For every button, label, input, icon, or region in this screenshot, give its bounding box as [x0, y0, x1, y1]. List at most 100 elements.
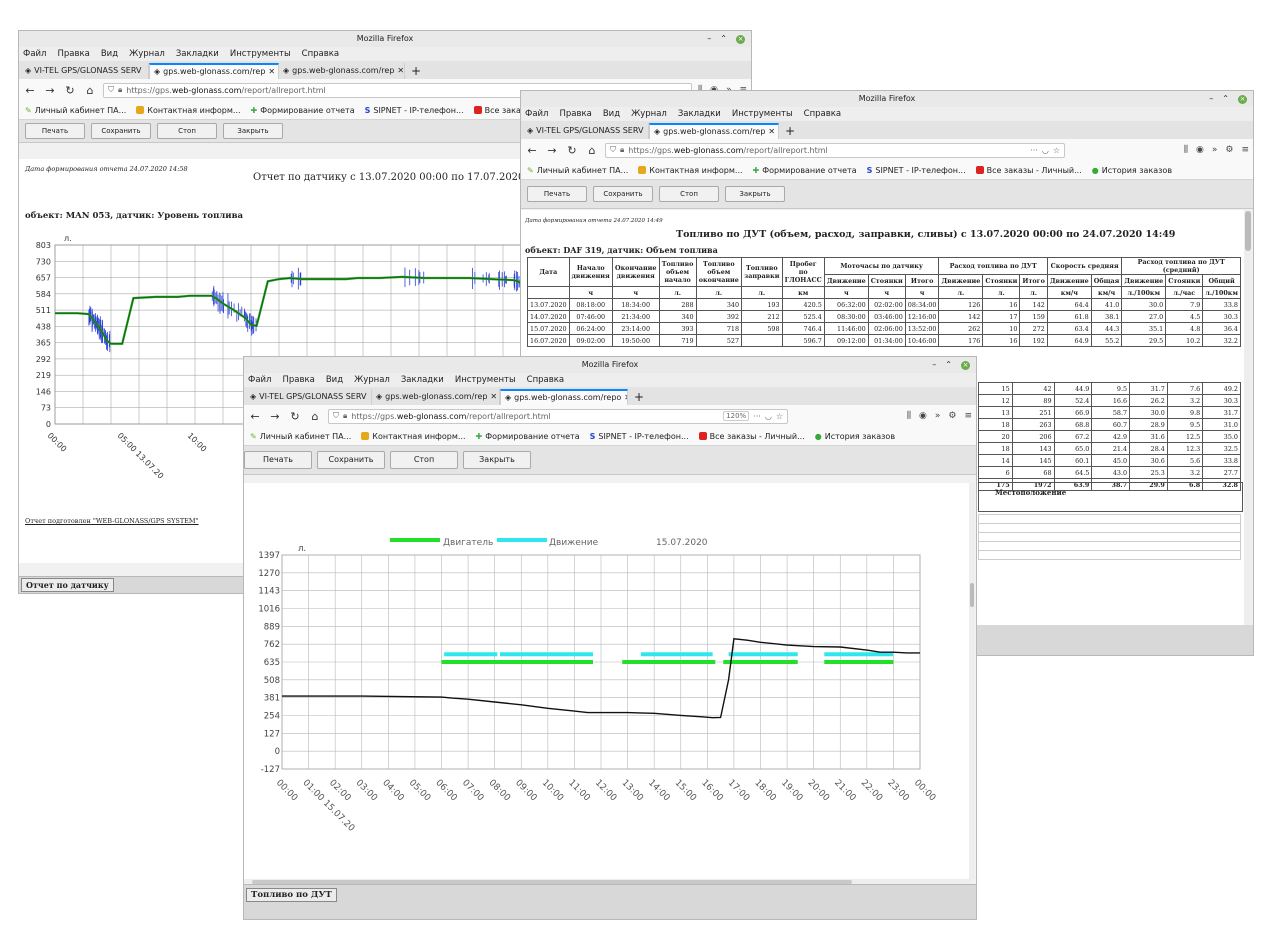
menu-file[interactable]: Файл [23, 47, 46, 61]
pocket-icon[interactable]: ◡ [1042, 146, 1049, 155]
maximize-icon[interactable]: ⌃ [945, 357, 952, 373]
menu-view[interactable]: Вид [101, 47, 118, 61]
bookmark-star-icon[interactable]: ☆ [776, 412, 783, 421]
bookmark-item[interactable]: ● История заказов [815, 432, 895, 441]
shield-icon[interactable]: ⛉ [610, 145, 616, 155]
bookmark-item[interactable]: S SIPNET - IP-телефон... [590, 432, 689, 441]
save-button[interactable]: Сохранить [593, 186, 653, 202]
menu-tools[interactable]: Инструменты [455, 373, 516, 387]
minimize-icon[interactable]: – [707, 31, 711, 47]
minimize-icon[interactable]: – [1209, 91, 1213, 107]
menu-help[interactable]: Справка [804, 107, 841, 121]
tab-report-active[interactable]: ◈ gps.web-glonass.com/rep ✕ [149, 63, 279, 79]
back-arrow-icon[interactable]: ← [23, 84, 37, 97]
bookmark-item[interactable]: Все заказы - Личный... [975, 166, 1082, 175]
bookmark-item[interactable]: ✎ Личный кабинет ПА... [250, 432, 351, 441]
tab-vitel[interactable]: ◈ VI-TEL GPS/GLONASS SERV [523, 123, 649, 139]
lock-icon[interactable]: 🔒︎ [620, 145, 624, 155]
print-button[interactable]: Печать [25, 123, 85, 139]
tab-report-active[interactable]: ◈ gps.web-glonass.com/rep ✕ [649, 123, 779, 139]
close-icon[interactable]: × [961, 360, 970, 370]
report-footer[interactable]: Отчет подготовлен "WEB-GLONASS/GPS SYSTE… [25, 517, 199, 525]
menu-edit[interactable]: Правка [57, 47, 89, 61]
menu-icon[interactable]: ≡ [1241, 145, 1249, 155]
library-icon[interactable]: ⫼ [907, 411, 911, 421]
menu-view[interactable]: Вид [603, 107, 620, 121]
extensions-icon[interactable]: » [935, 411, 941, 421]
extensions-icon[interactable]: » [1212, 145, 1218, 155]
bookmark-item[interactable]: S SIPNET - IP-телефон... [867, 166, 966, 175]
pocket-icon[interactable]: ◡ [765, 412, 772, 421]
account-icon[interactable]: ◉ [1196, 145, 1204, 155]
menu-help[interactable]: Справка [302, 47, 339, 61]
more-icon[interactable]: ··· [753, 412, 761, 421]
shield-icon[interactable]: ⛉ [333, 411, 339, 421]
tab-report-active[interactable]: ◈gps.web-glonass.com/repo✕ [500, 389, 628, 405]
vertical-scrollbar[interactable] [1244, 210, 1252, 626]
forward-arrow-icon[interactable]: → [43, 84, 57, 97]
bookmark-star-icon[interactable]: ☆ [1053, 146, 1060, 155]
menu-edit[interactable]: Правка [559, 107, 591, 121]
menu-icon[interactable]: ≡ [964, 411, 972, 421]
library-icon[interactable]: ⫼ [1184, 145, 1188, 155]
menu-history[interactable]: Журнал [354, 373, 390, 387]
tab-report[interactable]: ◈ gps.web-glonass.com/rep ✕ [372, 389, 500, 405]
url-input[interactable]: ⛉ 🔒︎ https://gps. web-glonass.com/report/al… [605, 142, 1065, 158]
bookmark-item[interactable]: Контактная информ... [136, 106, 241, 115]
tab-vitel[interactable]: ◈ VI-TEL GPS/GLONASS SERV [21, 63, 149, 79]
print-button[interactable]: Печать [244, 451, 312, 469]
addon-icon[interactable]: ⚙ [1225, 145, 1233, 155]
back-arrow-icon[interactable]: ← [525, 144, 539, 157]
tab-close-icon[interactable]: ✕ [490, 389, 497, 405]
bottom-tab-fuel-report[interactable]: Топливо по ДУТ [246, 888, 337, 902]
close-button[interactable]: Закрыть [223, 123, 283, 139]
forward-arrow-icon[interactable]: → [545, 144, 559, 157]
tab-close-icon[interactable]: ✕ [268, 65, 275, 79]
account-icon[interactable]: ◉ [919, 411, 927, 421]
zoom-level-badge[interactable]: 120% [723, 411, 750, 421]
bookmark-item[interactable]: S SIPNET - IP-телефон... [365, 106, 464, 115]
menu-bookmarks[interactable]: Закладки [176, 47, 219, 61]
menu-tools[interactable]: Инструменты [230, 47, 291, 61]
shield-icon[interactable]: ⛉ [108, 85, 114, 95]
menu-bookmarks[interactable]: Закладки [678, 107, 721, 121]
stop-button[interactable]: Стоп [659, 186, 719, 202]
menu-bookmarks[interactable]: Закладки [401, 373, 444, 387]
url-input[interactable]: ⛉ 🔒︎ https://gps. web-glonass.com/report/al… [328, 408, 788, 424]
window-titlebar[interactable]: Mozilla Firefox – ⌃ × [19, 31, 751, 47]
stop-button[interactable]: Стоп [390, 451, 458, 469]
menu-view[interactable]: Вид [326, 373, 343, 387]
bookmark-item[interactable]: ✚ Формирование отчета [476, 432, 580, 441]
bookmark-item[interactable]: Контактная информ... [638, 166, 743, 175]
menu-help[interactable]: Справка [527, 373, 564, 387]
new-tab-icon[interactable]: + [779, 123, 801, 139]
home-icon[interactable]: ⌂ [585, 144, 599, 157]
tab-report[interactable]: ◈ gps.web-glonass.com/rep ✕ [279, 63, 405, 79]
maximize-icon[interactable]: ⌃ [720, 31, 727, 47]
menu-edit[interactable]: Правка [282, 373, 314, 387]
bottom-tab-sensor-report[interactable]: Отчет по датчику [21, 578, 114, 592]
maximize-icon[interactable]: ⌃ [1222, 91, 1229, 107]
save-button[interactable]: Сохранить [317, 451, 385, 469]
addon-icon[interactable]: ⚙ [948, 411, 956, 421]
close-icon[interactable]: × [1238, 94, 1247, 104]
close-button[interactable]: Закрыть [725, 186, 785, 202]
reload-icon[interactable]: ↻ [565, 144, 579, 157]
tab-vitel[interactable]: ◈ VI-TEL GPS/GLONASS SERV [246, 389, 372, 405]
more-icon[interactable]: ··· [1030, 146, 1038, 155]
bookmark-item[interactable]: ✎ Личный кабинет ПА... [527, 166, 628, 175]
reload-icon[interactable]: ↻ [63, 84, 77, 97]
bookmark-item[interactable]: ✎ Личный кабинет ПА... [25, 106, 126, 115]
lock-icon[interactable]: 🔒︎ [118, 85, 122, 95]
stop-button[interactable]: Стоп [157, 123, 217, 139]
menu-file[interactable]: Файл [525, 107, 548, 121]
home-icon[interactable]: ⌂ [83, 84, 97, 97]
new-tab-icon[interactable]: + [405, 63, 427, 79]
save-button[interactable]: Сохранить [91, 123, 151, 139]
new-tab-icon[interactable]: + [628, 389, 650, 405]
bookmark-item[interactable]: ✚ Формирование отчета [251, 106, 355, 115]
bookmark-item[interactable]: Контактная информ... [361, 432, 466, 441]
close-icon[interactable]: × [736, 34, 745, 44]
bookmark-item[interactable]: Все заказы - Личный... [698, 432, 805, 441]
back-arrow-icon[interactable]: ← [248, 410, 262, 423]
